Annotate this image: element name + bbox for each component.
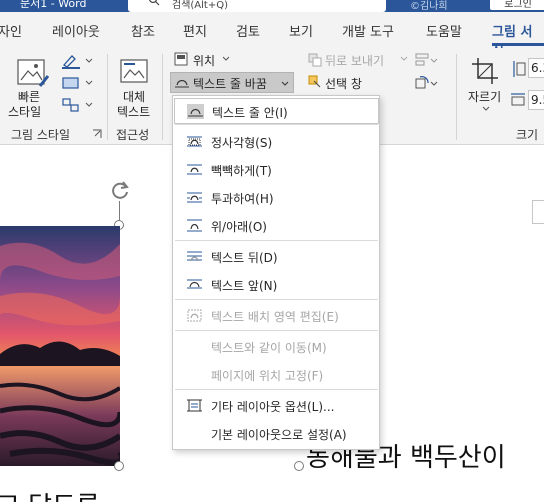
layout-options-button[interactable]: [532, 200, 544, 224]
width-field[interactable]: 9.5: [528, 90, 544, 110]
selection-pane-label: 선택 창: [325, 77, 362, 91]
wrap-top-bottom-icon: [187, 219, 202, 232]
inserted-picture[interactable]: [0, 226, 120, 466]
menu-item-label: 투과하여(H): [211, 192, 274, 206]
tab-mailings[interactable]: 편지: [183, 21, 207, 40]
quick-styles-label-2: 스타일: [8, 105, 42, 119]
sign-in-button[interactable]: 로그인: [490, 0, 544, 10]
menu-item-in-line[interactable]: 텍스트 줄 안(I): [174, 98, 379, 124]
wrap-more-options-icon: [187, 399, 202, 412]
width-icon: [511, 93, 525, 106]
wrap-tight-icon: [187, 164, 202, 175]
wrap-text-label: 텍스트 줄 바꿈: [193, 77, 267, 91]
sunset-photo-image: [0, 226, 120, 466]
send-backward-label: 뒤로 보내기: [325, 54, 385, 68]
wrap-text-button[interactable]: 텍스트 줄 바꿈: [170, 72, 294, 93]
wrap-through-icon: [187, 192, 202, 203]
tab-developer[interactable]: 개발 도구: [342, 21, 394, 40]
document-title: 문서1 - Word: [20, 0, 87, 10]
rotate-handle-icon[interactable]: [108, 178, 132, 202]
menu-item-label: 텍스트와 같이 이동(M): [211, 341, 327, 355]
crop-icon: [472, 58, 498, 84]
menu-item-edit-points: 텍스트 배치 영역 편집(E): [174, 303, 379, 329]
menu-item-square[interactable]: 정사각형(S): [174, 129, 379, 155]
menu-item-set-default[interactable]: 기본 레이아웃으로 설정(A): [174, 421, 379, 447]
title-bar: 문서1 - Word 검색(Alt+Q) ©김나희 로그인: [0, 0, 544, 12]
picture-styles-group-label: 그림 스타일: [11, 128, 71, 142]
menu-item-through[interactable]: 투과하여(H): [174, 185, 379, 211]
search-icon: [149, 0, 160, 6]
menu-item-fix-position: 페이지에 위치 고정(F): [174, 362, 379, 388]
wrap-edit-points-icon: [187, 309, 202, 322]
menu-item-label: 빽빽하게(T): [211, 164, 272, 178]
picture-layout-icon[interactable]: [60, 97, 94, 113]
menu-item-label: 기타 레이아웃 옵션(L)...: [211, 400, 335, 414]
menu-item-label: 정사각형(S): [211, 136, 273, 150]
menu-separator: [175, 389, 378, 390]
menu-item-label: 기본 레이아웃으로 설정(A): [211, 428, 347, 442]
wrap-text-icon: [175, 79, 189, 88]
tab-references[interactable]: 참조: [131, 21, 155, 40]
selection-pane-icon: [308, 75, 321, 88]
menu-separator: [175, 330, 378, 331]
tab-help[interactable]: 도움말: [426, 21, 462, 40]
user-name: ©김나희: [410, 1, 448, 12]
wrap-square-icon: [187, 136, 202, 147]
position-icon: [174, 52, 188, 66]
wrap-in-line-icon: [187, 104, 204, 119]
send-backward-icon: [308, 53, 322, 67]
picture-effects-icon[interactable]: [60, 75, 94, 91]
menu-item-label: 텍스트 배치 영역 편집(E): [211, 310, 339, 324]
ribbon-tabs: 자인 레이아웃 참조 편지 검토 보기 개발 도구 도움말 그림 서식: [0, 12, 544, 59]
menu-separator: [175, 124, 378, 125]
size-group-label: 크기: [516, 128, 539, 142]
height-field[interactable]: 6.3: [528, 58, 544, 78]
menu-item-label: 텍스트 앞(N): [211, 279, 278, 293]
resize-handle-bottom[interactable]: [114, 461, 124, 471]
accessibility-group-label: 접근성: [116, 128, 150, 142]
width-value: 9.5: [531, 93, 544, 107]
wrap-behind-text-icon: [187, 251, 202, 262]
menu-item-move-with-text: 텍스트와 같이 이동(M): [174, 334, 379, 360]
tab-design[interactable]: 자인: [0, 21, 22, 40]
chevron-down-icon: [222, 56, 230, 61]
quick-styles-icon: [17, 59, 50, 87]
menu-separator: [175, 299, 378, 300]
chevron-down-icon: [482, 106, 490, 111]
wrap-text-menu: 텍스트 줄 안(I) 정사각형(S) 빽빽하게(T) 투과하여(H) 위/아래(O) 텍스…: [172, 95, 380, 450]
alt-text-label-2: 텍스트: [117, 105, 151, 119]
menu-item-tight[interactable]: 빽빽하게(T): [174, 157, 379, 183]
active-tab-indicator: [492, 43, 544, 46]
menu-item-label: 텍스트 뒤(D): [211, 251, 278, 265]
align-icon[interactable]: [414, 52, 438, 68]
menu-item-behind-text[interactable]: 텍스트 뒤(D): [174, 244, 379, 270]
tab-view[interactable]: 보기: [289, 21, 313, 40]
menu-item-top-bottom[interactable]: 위/아래(O): [174, 213, 379, 239]
menu-item-label: 텍스트 줄 안(I): [212, 106, 288, 120]
height-value: 6.3: [531, 61, 544, 75]
menu-item-more-options[interactable]: 기타 레이아웃 옵션(L)...: [174, 393, 379, 419]
position-label: 위치: [193, 54, 216, 68]
wrap-in-front-icon: [187, 279, 202, 289]
crop-label: 자르기: [468, 90, 502, 104]
alt-text-icon: [120, 59, 148, 83]
tab-review[interactable]: 검토: [236, 21, 260, 40]
search-placeholder: 검색(Alt+Q): [172, 0, 228, 11]
tab-layout[interactable]: 레이아웃: [52, 21, 100, 40]
chevron-down-icon: [400, 56, 408, 61]
search-box[interactable]: 검색(Alt+Q): [128, 0, 386, 12]
height-icon: [513, 61, 526, 77]
dialog-launcher-icon[interactable]: [92, 129, 102, 139]
picture-border-icon[interactable]: [60, 53, 94, 69]
menu-item-in-front[interactable]: 텍스트 앞(N): [174, 272, 379, 298]
menu-item-label: 위/아래(O): [211, 220, 267, 234]
rotate-icon[interactable]: [414, 75, 438, 91]
resize-handle-bottom-right[interactable]: [294, 461, 304, 471]
chevron-down-icon: [281, 81, 289, 86]
menu-separator: [175, 240, 378, 241]
menu-item-label: 페이지에 위치 고정(F): [211, 369, 324, 383]
document-text-line-2: 고 닳도록: [0, 486, 100, 502]
